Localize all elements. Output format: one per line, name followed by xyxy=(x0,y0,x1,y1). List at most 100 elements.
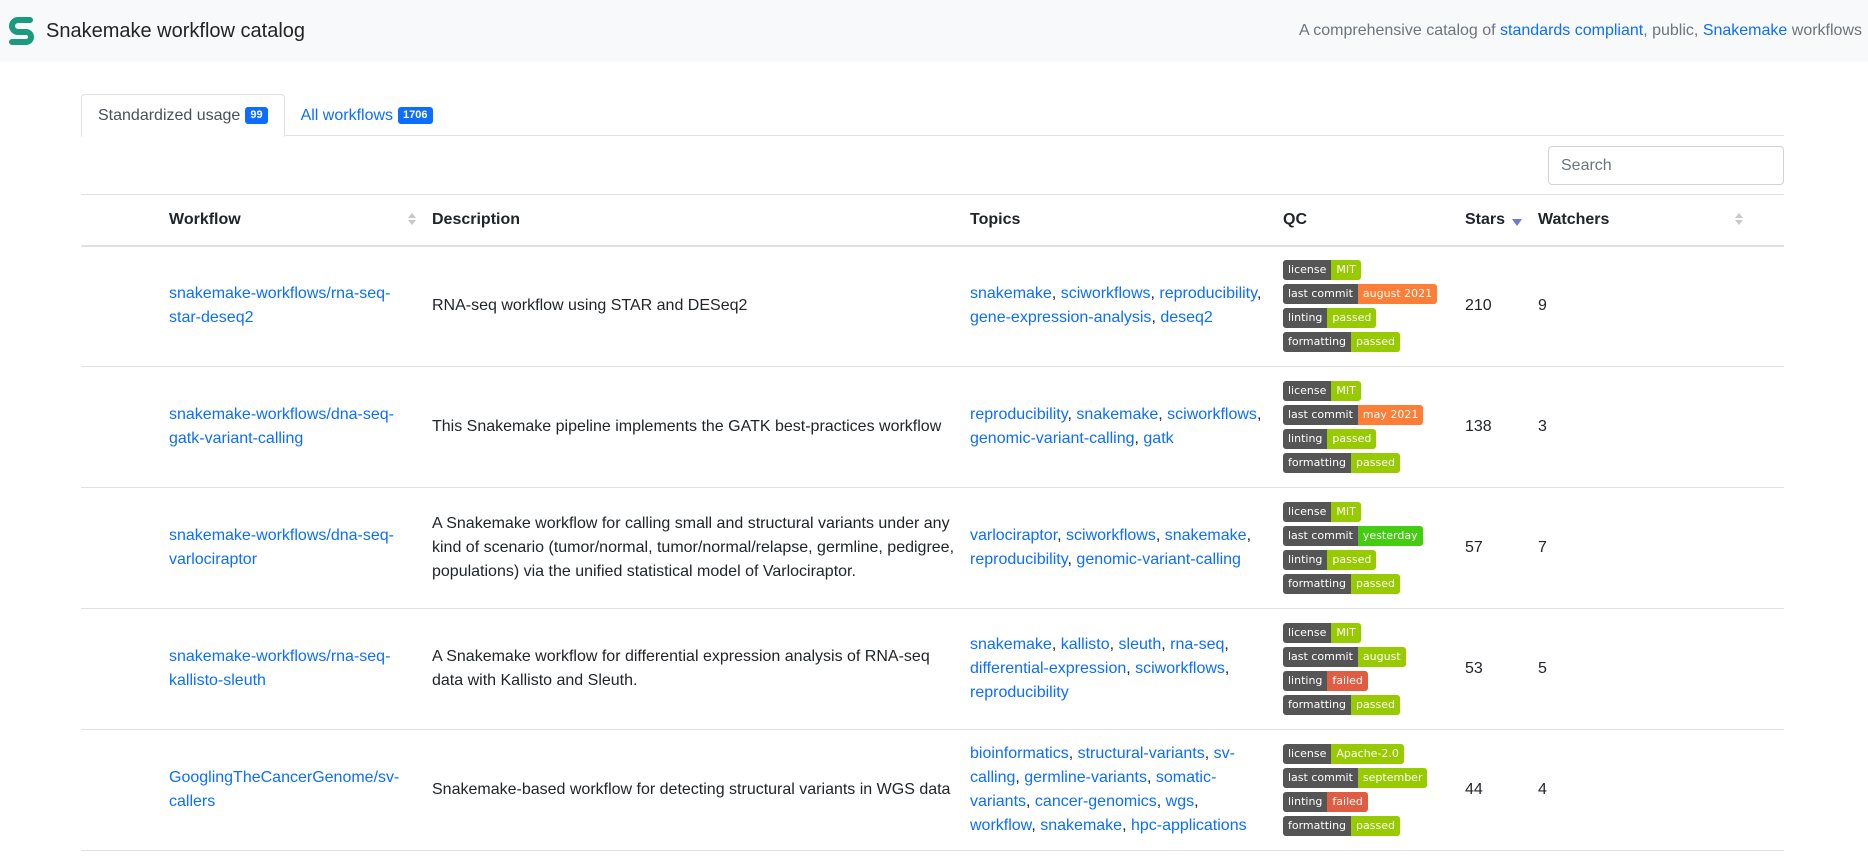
topics-cell: reproducibility, snakemake, sciworkflows… xyxy=(962,366,1275,488)
topic-link[interactable]: reproducibility xyxy=(970,684,1069,701)
qc-cell: license MIT last commit august 2021 linting p… xyxy=(1275,245,1457,367)
stars-cell: 57 xyxy=(1457,487,1530,609)
snakemake-link[interactable]: Snakemake xyxy=(1703,22,1788,39)
watchers-cell: 7 xyxy=(1530,487,1784,609)
workflow-link[interactable]: snakemake-workflows/dna-seq-gatk-variant… xyxy=(169,406,394,447)
tagline-suffix: workflows xyxy=(1787,22,1862,39)
qc-badge-key: formatting xyxy=(1283,332,1352,353)
qc-badge-key: license xyxy=(1283,381,1332,401)
topic-link[interactable]: workflow xyxy=(970,817,1031,834)
workflow-link[interactable]: snakemake-workflows/dna-seq-varlocirapto… xyxy=(169,527,394,568)
topic-link[interactable]: sciworkflows xyxy=(1066,527,1156,544)
qc-badge-key: linting xyxy=(1283,308,1328,329)
workflow-cell: snakemake-workflows/dna-seq-gatk-variant… xyxy=(161,366,424,488)
qc-badge: formatting passed xyxy=(1283,332,1400,353)
qc-badge: linting failed xyxy=(1283,671,1368,691)
topics-cell: snakemake, kallisto, sleuth, rna-seq, di… xyxy=(962,608,1275,730)
qc-badge-key: last commit xyxy=(1283,405,1358,425)
header-watchers[interactable]: Watchers xyxy=(1530,194,1784,247)
topic-link[interactable]: germline-variants xyxy=(1024,769,1147,786)
qc-badge: license MIT xyxy=(1283,260,1361,281)
search-input[interactable] xyxy=(1548,146,1784,185)
topic-link[interactable]: reproducibility xyxy=(970,551,1068,568)
header-workflow[interactable]: Workflow xyxy=(161,194,424,247)
brand[interactable]: Snakemake workflow catalog xyxy=(6,14,305,48)
header-blank xyxy=(81,194,161,247)
topic-link[interactable]: snakemake xyxy=(1165,527,1247,544)
description-cell: A Snakemake workflow for differential ex… xyxy=(424,608,962,730)
topic-link[interactable]: reproducibility xyxy=(970,406,1068,423)
description-cell: A Snakemake workflow for calling small a… xyxy=(424,487,962,609)
topic-link[interactable]: bioinformatics xyxy=(970,745,1069,762)
table-header-row: Workflow Description Topics QC Stars Wat… xyxy=(81,194,1784,247)
table-row: snakemake-workflows/rna-seq-star-deseq2 R… xyxy=(81,245,1784,367)
qc-badge-value: passed xyxy=(1351,695,1400,715)
topic-link[interactable]: snakemake xyxy=(1040,817,1122,834)
header-stars[interactable]: Stars xyxy=(1457,194,1530,247)
table-row: snakemake-workflows/dna-seq-varlocirapto… xyxy=(81,487,1784,609)
qc-badge: license MIT xyxy=(1283,502,1361,522)
row-blank-cell xyxy=(81,729,161,851)
topic-link[interactable]: sleuth xyxy=(1119,636,1162,653)
tagline-middle: , public, xyxy=(1643,22,1703,39)
qc-badge-value: passed xyxy=(1351,332,1400,353)
topic-link[interactable]: sciworkflows xyxy=(1061,285,1151,302)
topic-link[interactable]: gene-expression-analysis xyxy=(970,309,1151,326)
header-label: Workflow xyxy=(169,210,241,228)
topic-link[interactable]: sciworkflows xyxy=(1167,406,1257,423)
qc-cell: license MIT last commit may 2021 linting pass… xyxy=(1275,366,1457,488)
topic-link[interactable]: cancer-genomics xyxy=(1035,793,1157,810)
topic-link[interactable]: sciworkflows xyxy=(1135,660,1225,677)
workflow-cell: snakemake-workflows/rna-seq-kallisto-sle… xyxy=(161,608,424,730)
topic-link[interactable]: genomic-variant-calling xyxy=(1076,551,1241,568)
topic-link[interactable]: deseq2 xyxy=(1160,309,1213,326)
qc-badge: license MIT xyxy=(1283,381,1361,401)
row-blank-cell xyxy=(81,487,161,609)
workflow-link[interactable]: snakemake-workflows/rna-seq-star-deseq2 xyxy=(169,285,390,326)
qc-badge-value: passed xyxy=(1327,429,1377,449)
workflow-link[interactable]: snakemake-workflows/rna-seq-kallisto-sle… xyxy=(169,648,390,689)
qc-badge-key: last commit xyxy=(1283,284,1358,305)
qc-badge: linting passed xyxy=(1283,308,1377,329)
topic-link[interactable]: snakemake xyxy=(970,636,1052,653)
watchers-cell: 5 xyxy=(1530,608,1784,730)
standards-compliant-link[interactable]: standards compliant xyxy=(1500,22,1643,39)
workflow-link[interactable]: GooglingTheCancerGenome/sv-callers xyxy=(169,769,399,810)
topic-link[interactable]: wgs xyxy=(1166,793,1194,810)
stars-cell: 44 xyxy=(1457,729,1530,851)
qc-badge-value: failed xyxy=(1327,792,1368,812)
topic-link[interactable]: genomic-variant-calling xyxy=(970,430,1135,447)
topic-link[interactable]: structural-variants xyxy=(1078,745,1205,762)
stars-cell: 53 xyxy=(1457,608,1530,730)
watchers-cell: 4 xyxy=(1530,729,1784,851)
main-container: Standardized usage 99 All workflows 1706… xyxy=(81,94,1784,851)
tab-all-workflows[interactable]: All workflows 1706 xyxy=(285,94,449,137)
header-label: Watchers xyxy=(1538,210,1610,228)
workflow-cell: snakemake-workflows/rna-seq-star-deseq2 xyxy=(161,245,424,367)
qc-badge-value: yesterday xyxy=(1357,526,1423,546)
topic-link[interactable]: reproducibility xyxy=(1159,285,1257,302)
topic-link[interactable]: snakemake xyxy=(970,285,1052,302)
qc-badge-value: passed xyxy=(1327,308,1377,329)
topic-link[interactable]: rna-seq xyxy=(1170,636,1224,653)
workflow-cell: GooglingTheCancerGenome/sv-callers xyxy=(161,729,424,851)
topic-link[interactable]: varlociraptor xyxy=(970,527,1057,544)
tab-label: All workflows xyxy=(300,106,394,124)
topic-link[interactable]: snakemake xyxy=(1076,406,1158,423)
topic-link[interactable]: gatk xyxy=(1143,430,1173,447)
qc-badge-key: license xyxy=(1283,260,1332,281)
table-row: GooglingTheCancerGenome/sv-callers Snakem… xyxy=(81,729,1784,851)
qc-badge: last commit yesterday xyxy=(1283,526,1423,546)
qc-badge-key: linting xyxy=(1283,792,1328,812)
tab-standardized-usage[interactable]: Standardized usage 99 xyxy=(81,94,285,137)
qc-badge: formatting passed xyxy=(1283,453,1400,473)
qc-badge: license MIT xyxy=(1283,623,1361,643)
qc-badge-value: may 2021 xyxy=(1357,405,1424,425)
tagline: A comprehensive catalog of standards com… xyxy=(1299,22,1862,40)
qc-badge-key: formatting xyxy=(1283,695,1352,715)
topic-link[interactable]: kallisto xyxy=(1061,636,1110,653)
topic-link[interactable]: hpc-applications xyxy=(1131,817,1247,834)
qc-badge-key: formatting xyxy=(1283,816,1352,836)
topic-link[interactable]: differential-expression xyxy=(970,660,1126,677)
sort-desc-icon xyxy=(1512,219,1522,226)
